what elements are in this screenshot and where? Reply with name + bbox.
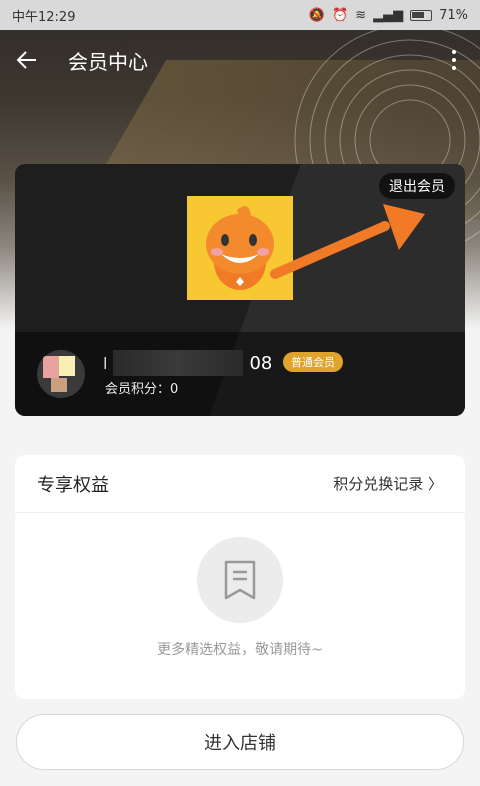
points-exchange-record-link[interactable]: 积分兑换记录 〉 [333, 473, 443, 494]
member-level-badge: 普通会员 [283, 352, 343, 372]
battery-icon [410, 9, 433, 21]
benefits-panel: 专享权益 积分兑换记录 〉 更多精选权益，敬请期待~ [15, 455, 465, 699]
title-bar: 会员中心 [0, 36, 480, 84]
avatar [37, 350, 85, 398]
member-card: 退出会员 l 08 普通会员 会员积分：0 [15, 164, 465, 416]
exit-membership-button[interactable]: 退出会员 [379, 173, 455, 199]
battery-level: 71% [439, 7, 468, 23]
username-prefix: l [103, 353, 108, 373]
back-button[interactable] [16, 42, 52, 78]
more-menu-button[interactable] [444, 50, 464, 70]
bell-muted-icon: 🔕 [308, 7, 325, 23]
username: l 08 [103, 350, 272, 376]
more-dots-icon [452, 50, 456, 54]
username-redacted [113, 350, 244, 376]
benefits-title: 专享权益 [37, 474, 109, 496]
pointer-arrow [270, 204, 425, 279]
status-time: 中午12:29 [12, 9, 76, 25]
signal-icon: ▂▄▆ [373, 7, 404, 23]
member-points: 会员积分：0 [105, 382, 179, 397]
empty-state-text: 更多精选权益，敬请期待~ [157, 642, 323, 658]
enter-store-button[interactable]: 进入店铺 [16, 714, 464, 770]
wifi-icon: ≋ [355, 7, 367, 23]
status-bar: 中午12:29 🔕 ⏰ ≋ ▂▄▆ 71% [0, 0, 480, 30]
alarm-icon: ⏰ [332, 7, 349, 23]
arrow-left-icon [16, 51, 36, 69]
username-suffix: 08 [249, 352, 273, 374]
empty-bookmark-icon [197, 537, 283, 623]
page-title: 会员中心 [68, 49, 148, 74]
